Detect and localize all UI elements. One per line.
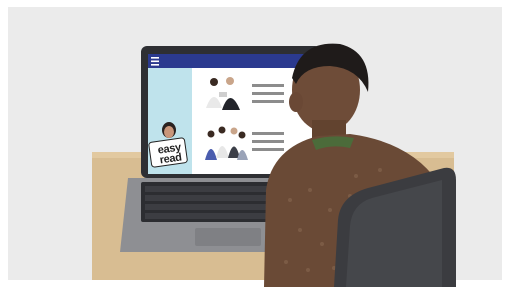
screen-photo-group <box>202 124 248 162</box>
photo-scene <box>0 0 510 287</box>
laptop-trackpad <box>195 228 261 246</box>
person-ear <box>289 92 303 112</box>
screen-text-lines-bottom <box>252 132 284 151</box>
hamburger-icon[interactable] <box>151 57 159 66</box>
screen-header <box>148 54 314 68</box>
screen-text-lines-top <box>252 84 284 103</box>
screen-photo-people-greeting <box>203 74 245 110</box>
photo-frame: easy read <box>0 0 510 287</box>
